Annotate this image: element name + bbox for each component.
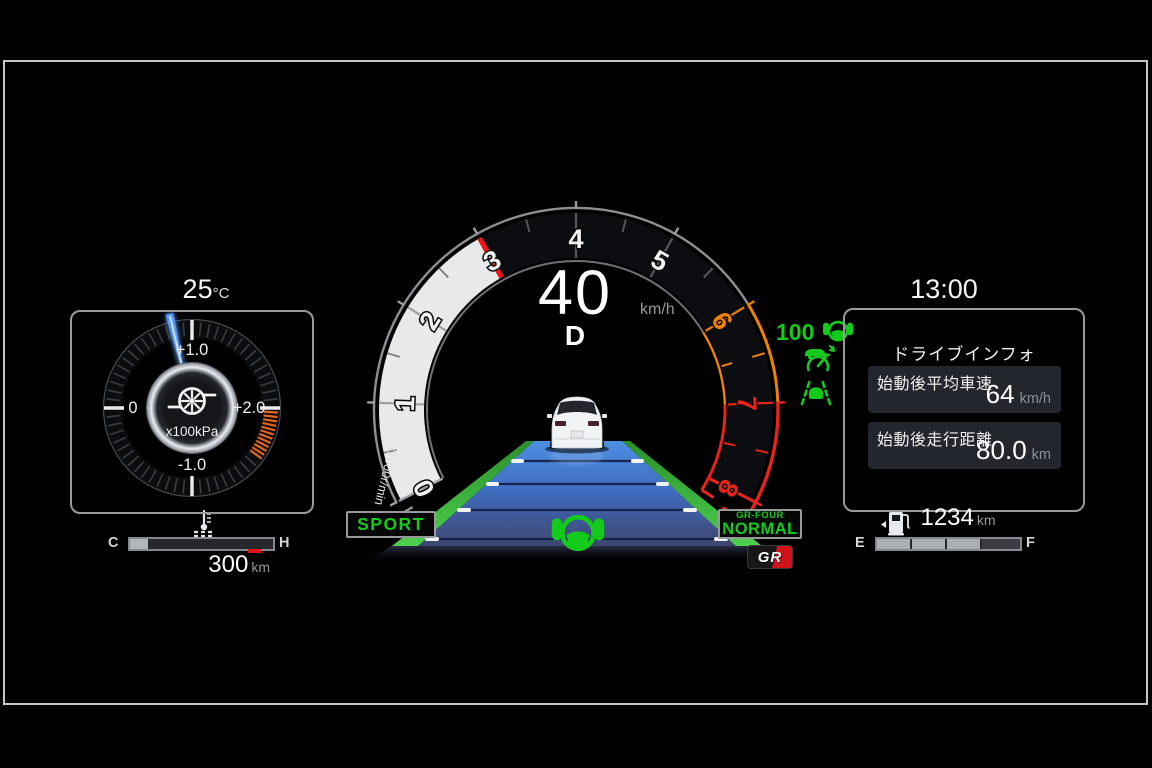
fuel-level-bar <box>875 537 1022 551</box>
fuel-range: 1234 km <box>896 504 1020 532</box>
svg-text:1: 1 <box>390 396 421 412</box>
fuel-range-value: 1234 <box>920 504 973 532</box>
grfour-mode-badge: GR-FOUR NORMAL <box>718 509 802 539</box>
drive-info-title: ドライブインフォ <box>845 340 1083 365</box>
grfour-mode-label: NORMAL <box>722 521 797 538</box>
drive-info-unit: km <box>1032 447 1051 463</box>
cruise-set-speed: 100 <box>776 319 814 346</box>
drive-info-card-average-speed: 始動後平均車速 64 km/h <box>868 366 1061 413</box>
instrument-cluster: 012345678 x1000r/min x100kPa <box>0 0 1152 768</box>
drive-info-card-distance: 始動後走行距離 80.0 km <box>868 422 1061 469</box>
svg-text:7: 7 <box>732 396 763 412</box>
fuel-empty-label: E <box>855 535 865 551</box>
coolant-level-fill <box>130 539 148 549</box>
drive-info-value: 80.0 <box>976 435 1027 466</box>
drive-info-value: 64 <box>986 379 1015 410</box>
coolant-temp-bar <box>128 537 275 551</box>
gear-indicator: D <box>519 320 631 352</box>
coolant-temp-icon <box>194 511 214 536</box>
coolant-hot-label: H <box>279 535 289 551</box>
boost-tick-label-top: +1.0 <box>162 341 222 360</box>
speed-value: 40 <box>519 262 631 325</box>
gr-logo: GR <box>747 545 793 569</box>
vehicle-graphic <box>545 397 609 454</box>
drive-info-label: 始動後平均車速 <box>877 370 993 394</box>
odometer: 300 km <box>152 551 270 579</box>
boost-tick-label-bottom: -1.0 <box>162 456 222 475</box>
fuel-segment <box>947 539 980 549</box>
svg-text:4: 4 <box>568 224 583 254</box>
fuel-segment <box>877 539 910 549</box>
boost-tick-label-right: +2.0 <box>226 399 272 418</box>
drive-info-unit: km/h <box>1020 391 1051 407</box>
boost-tick-label-left: 0 <box>116 399 150 418</box>
outside-temperature: 25°C <box>150 274 262 305</box>
fuel-segment <box>912 539 945 549</box>
fuel-range-unit: km <box>977 512 996 528</box>
drive-info-panel: ドライブインフォ 始動後平均車速 64 km/h 始動後走行距離 80.0 km <box>843 308 1085 512</box>
drive-mode-badge: SPORT <box>346 511 436 538</box>
vehicle-ahead-icon <box>802 380 830 404</box>
odometer-unit: km <box>251 559 270 575</box>
fuel-full-label: F <box>1026 535 1035 551</box>
fuel-segment-empty <box>982 539 1020 549</box>
clock: 13:00 <box>884 274 1004 305</box>
coolant-cold-label: C <box>108 535 118 551</box>
speed-unit: km/h <box>640 301 675 319</box>
radar-cruise-icon <box>805 346 834 370</box>
odometer-value: 300 <box>208 551 248 579</box>
